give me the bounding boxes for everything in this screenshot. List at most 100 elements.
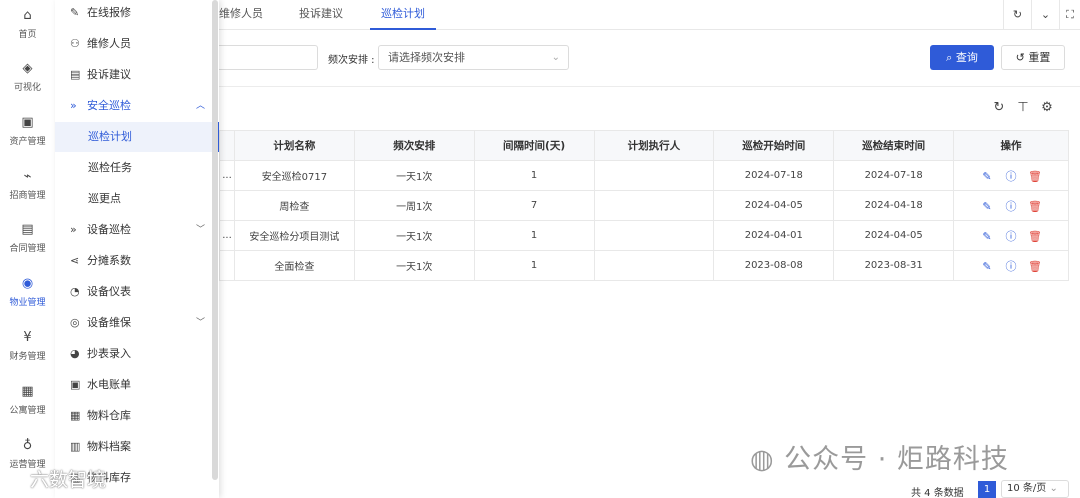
table-row: ... 安全巡检分项目测试 一天1次 1 2024-04-01 2024-04-05 ✎ ⓘ 🗑: [219, 220, 1069, 251]
rail-item-label: 资产管理: [9, 137, 46, 147]
submenu-panel: ✎ 在线报修 ⚇ 维修人员 ▤ 投诉建议 » 安全巡检 ︿ 巡检计划巡检任务巡更点 » 设备巡检 ﹀ ⋖ 分…: [55, 0, 219, 498]
submenu-item[interactable]: ◎ 设备维保 ﹀: [55, 308, 219, 338]
rail-item[interactable]: ▤ 合同管理: [0, 222, 55, 254]
contract-icon: ▤: [21, 222, 34, 237]
delete-icon[interactable]: 🗑: [1028, 230, 1042, 243]
rail-item[interactable]: ◉ 物业管理: [0, 276, 55, 308]
rail-item[interactable]: ⌁ 招商管理: [0, 169, 55, 201]
info-icon[interactable]: ⓘ: [1004, 198, 1018, 214]
rail-item-label: 公寓管理: [9, 406, 46, 416]
rail-item-label: 首页: [18, 30, 37, 40]
delete-icon[interactable]: 🗑: [1028, 200, 1042, 213]
submenu-item-label: 投诉建议: [87, 68, 131, 81]
edit-icon[interactable]: ✎: [980, 260, 994, 273]
edit-icon[interactable]: ✎: [980, 230, 994, 243]
submenu-item-label: 巡检任务: [88, 161, 132, 174]
reset-button[interactable]: ↺ 重置: [1001, 45, 1065, 70]
chevron-down-icon[interactable]: ⌄: [1031, 0, 1059, 30]
fullscreen-icon[interactable]: ⛶: [1059, 0, 1080, 30]
cell-end: 2024-07-18: [833, 160, 955, 191]
submenu-item[interactable]: ◕ 抄表录入: [55, 339, 219, 369]
settings-icon[interactable]: ⚙: [1039, 100, 1055, 116]
chevron-down-icon: ﹀: [195, 318, 205, 328]
rail-item[interactable]: ▦ 公寓管理: [0, 384, 55, 416]
rail-item[interactable]: ¥ 财务管理: [0, 330, 55, 362]
total-count: 共 4 条数据: [911, 488, 964, 498]
watermark-left: 六数智境: [30, 469, 107, 491]
submenu-item[interactable]: ▥ 物料档案: [55, 432, 219, 462]
table-header-end: 巡检结束时间: [833, 130, 955, 161]
rail-item[interactable]: ▣ 资产管理: [0, 115, 55, 147]
cell-prefix: [219, 250, 235, 281]
cell-start: 2024-04-01: [713, 220, 835, 251]
submenu-item[interactable]: 巡检计划: [55, 122, 219, 152]
finance-icon: ¥: [23, 330, 32, 345]
info-icon[interactable]: ⓘ: [1004, 258, 1018, 274]
submenu-item[interactable]: » 安全巡检 ︿: [55, 91, 219, 121]
submenu-item-label: 设备仪表: [87, 285, 131, 298]
submenu-item[interactable]: ⚇ 维修人员: [55, 29, 219, 59]
watch-icon: ◎: [70, 316, 80, 329]
delete-icon[interactable]: 🗑: [1028, 260, 1042, 273]
rail-item[interactable]: ⌂ 首页: [0, 8, 55, 40]
column-height-icon[interactable]: ⊤: [1015, 100, 1031, 116]
tab-repair-staff[interactable]: 维修人员: [219, 0, 263, 30]
submenu-item[interactable]: ◔ 设备仪表: [55, 277, 219, 307]
submenu-item-label: 水电账单: [87, 378, 131, 391]
cell-prefix: ...: [219, 160, 235, 191]
refresh-icon[interactable]: ↻: [1003, 0, 1031, 30]
freq-placeholder: 请选择频次安排: [388, 51, 465, 64]
refresh-icon[interactable]: ↻: [991, 100, 1007, 116]
cell-actions: ✎ ⓘ 🗑: [953, 190, 1069, 221]
tab-complaints[interactable]: 投诉建议: [299, 0, 343, 30]
submenu-item[interactable]: ⋖ 分摊系数: [55, 246, 219, 276]
table-header-name: 计划名称: [233, 130, 355, 161]
submenu-item[interactable]: ▦ 物料仓库: [55, 401, 219, 431]
chevron-down-icon: ⌄: [1049, 483, 1058, 494]
grid-icon: ▦: [70, 409, 81, 422]
submenu-item[interactable]: » 设备巡检 ﹀: [55, 215, 219, 245]
double-chevron-icon: »: [70, 223, 77, 236]
submenu-item[interactable]: 巡检任务: [55, 153, 219, 183]
table-header-interval: 间隔时间(天): [473, 130, 595, 161]
submenu-item[interactable]: ▤ 投诉建议: [55, 60, 219, 90]
submenu-item[interactable]: ✎ 在线报修: [55, 0, 219, 28]
delete-icon[interactable]: 🗑: [1028, 170, 1042, 183]
freq-select[interactable]: 请选择频次安排 ⌄: [378, 45, 569, 70]
query-button[interactable]: ⌕ 查询: [930, 45, 994, 70]
cell-name: 全面检查: [233, 250, 355, 281]
page-size-select[interactable]: 10 条/页 ⌄: [1001, 480, 1069, 498]
query-label: 查询: [955, 51, 978, 64]
asset-icon: ▣: [21, 115, 34, 130]
rail-item[interactable]: ◈ 可视化: [0, 61, 55, 93]
chevron-up-icon: ︿: [195, 101, 205, 111]
cell-actions: ✎ ⓘ 🗑: [953, 160, 1069, 191]
cell-interval: 7: [473, 190, 595, 221]
cell-freq: 一天1次: [353, 250, 475, 281]
cell-name: 安全巡检分项目测试: [233, 220, 355, 251]
wrench-icon: ✎: [70, 6, 80, 19]
edit-icon[interactable]: ✎: [980, 170, 994, 183]
tab-inspection-plan[interactable]: 巡检计划: [370, 0, 436, 30]
submenu-scrollbar[interactable]: [212, 0, 218, 480]
info-icon[interactable]: ⓘ: [1004, 228, 1018, 244]
table-header-freq: 频次安排: [353, 130, 475, 161]
gauge-icon: ◔: [70, 285, 80, 298]
submenu-item-label: 物料档案: [87, 440, 131, 453]
cell-name: 周检查: [233, 190, 355, 221]
plan-name-input[interactable]: [219, 45, 318, 70]
wechat-icon: ◍: [750, 444, 775, 475]
cell-freq: 一天1次: [353, 160, 475, 191]
info-icon[interactable]: ⓘ: [1004, 168, 1018, 184]
submenu-item[interactable]: 巡更点: [55, 184, 219, 214]
page-number-current[interactable]: 1: [978, 481, 996, 498]
cell-actions: ✎ ⓘ 🗑: [953, 220, 1069, 251]
cell-start: 2023-08-08: [713, 250, 835, 281]
cell-start: 2024-04-05: [713, 190, 835, 221]
edit-icon[interactable]: ✎: [980, 200, 994, 213]
visual-icon: ◈: [22, 61, 33, 76]
rail-item-label: 财务管理: [9, 352, 46, 362]
doc-icon: ▤: [70, 68, 81, 81]
submenu-item[interactable]: ▣ 水电账单: [55, 370, 219, 400]
cell-end: 2023-08-31: [833, 250, 955, 281]
